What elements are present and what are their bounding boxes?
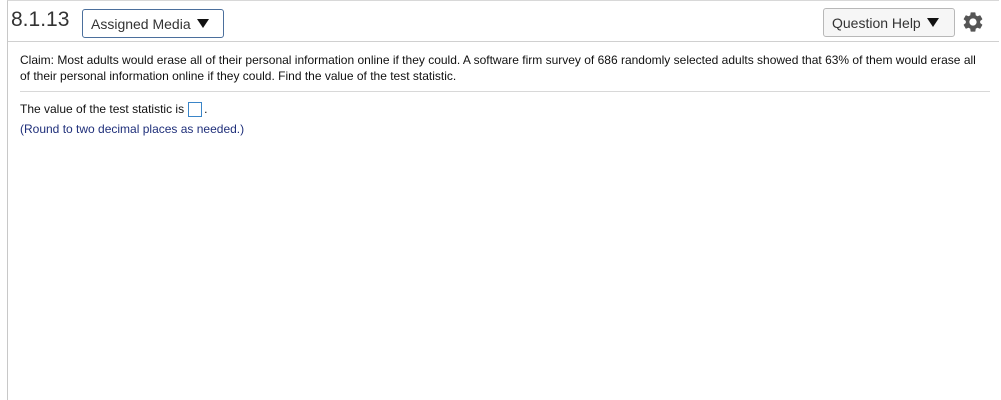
assigned-media-button[interactable]: Assigned Media: [82, 9, 224, 38]
gear-icon[interactable]: [961, 10, 985, 34]
claim-text: Claim: Most adults would erase all of th…: [20, 53, 976, 83]
question-help-label: Question Help: [832, 14, 921, 31]
answer-prompt: The value of the test statistic is: [20, 102, 185, 116]
question-number: 8.1.13: [11, 8, 70, 31]
caret-down-icon: [196, 19, 209, 28]
caret-down-icon: [926, 18, 939, 27]
assigned-media-label: Assigned Media: [91, 15, 191, 32]
answer-suffix: .: [204, 102, 208, 116]
question-header: 8.1.13 Assigned Media Question Help: [8, 1, 999, 42]
question-frame: 8.1.13 Assigned Media Question Help Clai…: [7, 0, 999, 400]
divider: [20, 91, 990, 92]
test-statistic-input[interactable]: [188, 101, 203, 117]
question-help-button[interactable]: Question Help: [823, 8, 955, 37]
answer-line: The value of the test statistic is .: [20, 100, 207, 118]
rounding-hint: (Round to two decimal places as needed.): [20, 122, 245, 136]
